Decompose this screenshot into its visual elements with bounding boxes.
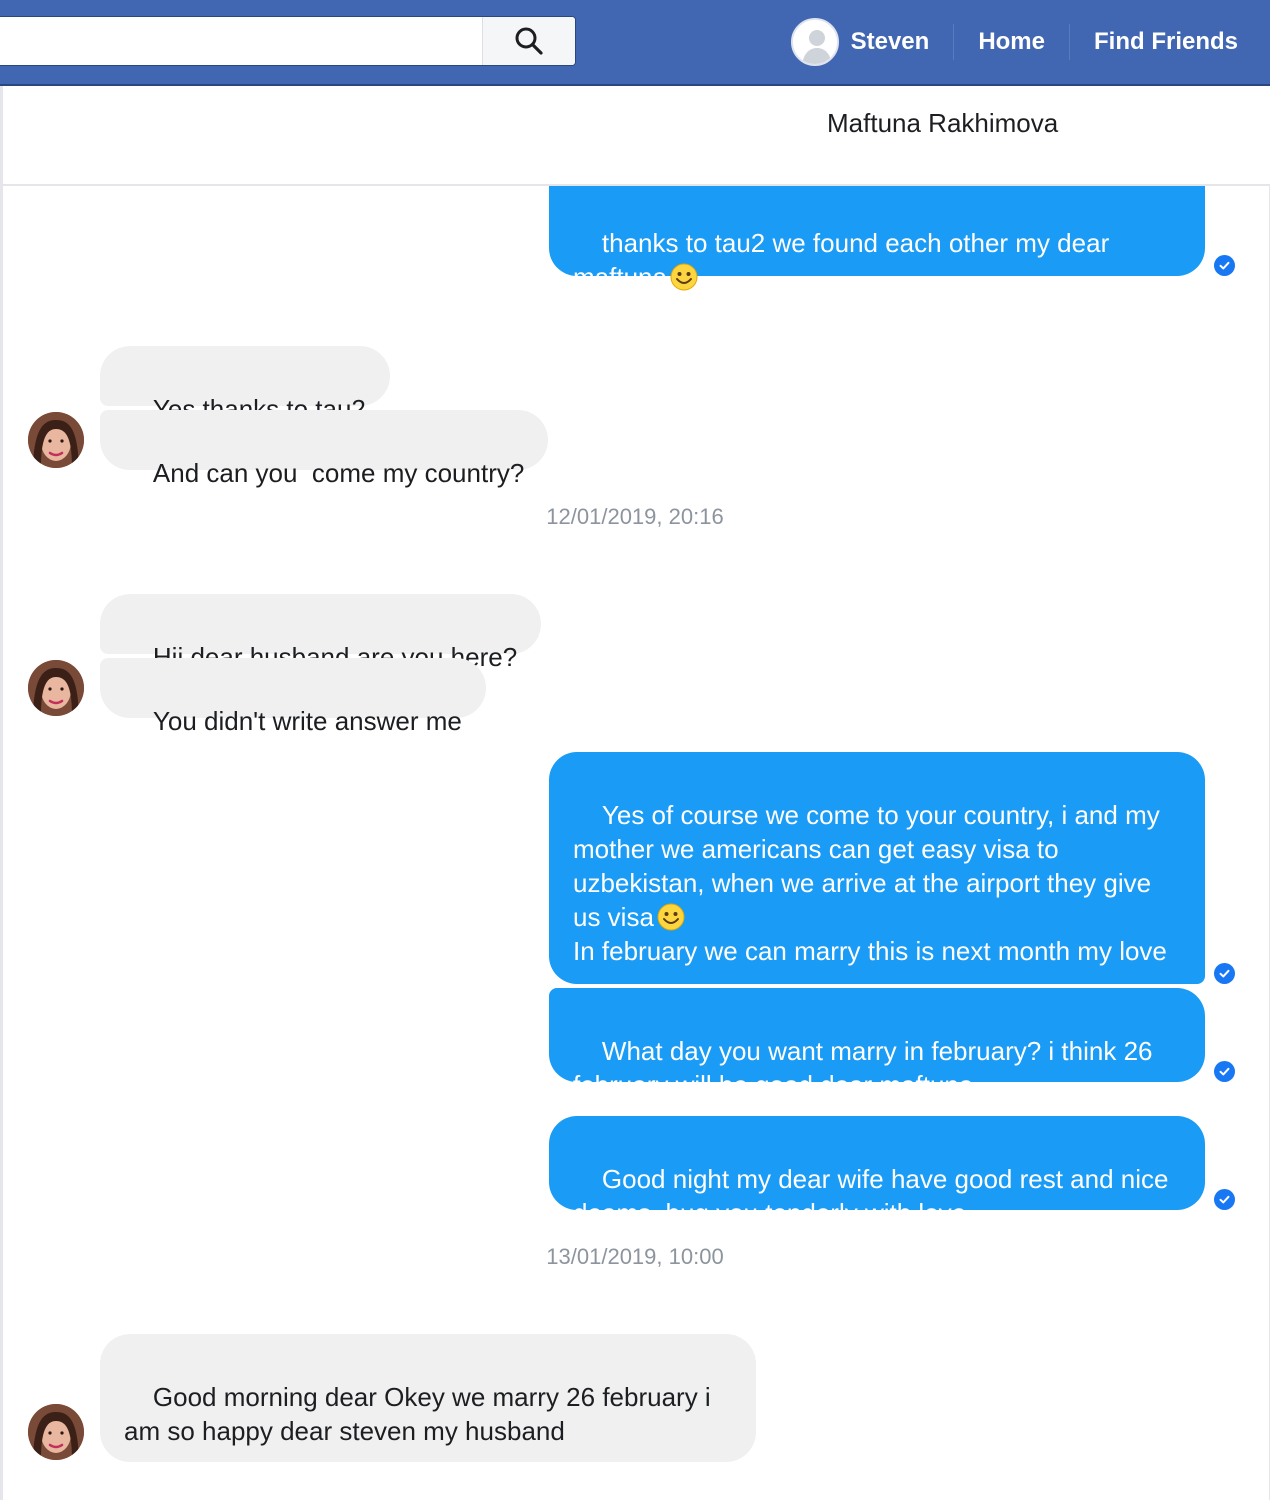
message-incoming[interactable]: Good morning dear Okey we marry 26 febru… (100, 1334, 756, 1462)
conversation-title[interactable]: Maftuna Rakhimova (827, 108, 1058, 139)
timestamp-divider: 13/01/2019, 10:00 (546, 1244, 724, 1269)
message-text: And can you come my country? (152, 458, 525, 488)
contact-avatar[interactable] (28, 1404, 84, 1460)
smiley-emoji-icon (670, 263, 698, 291)
message-incoming[interactable]: And can you come my country? (100, 410, 549, 488)
timestamp-divider: 12/01/2019, 20:16 (546, 504, 724, 529)
message-outgoing[interactable]: Good night my dear wife have good rest a… (549, 1116, 1205, 1228)
read-check-icon (1214, 963, 1235, 984)
message-incoming[interactable]: You didn't write answer me (100, 658, 486, 736)
read-check-icon (1214, 255, 1235, 276)
message-incoming[interactable]: Yes thanks to tau2 (100, 346, 390, 424)
read-check-icon (1214, 1061, 1235, 1082)
message-text: Good morning dear Okey we marry 26 febru… (124, 1382, 718, 1446)
message-list: thanks to tau2 we found each other my de… (0, 0, 1270, 1500)
message-text: What day you want marry in february? i t… (573, 1036, 1160, 1100)
contact-avatar[interactable] (28, 412, 84, 468)
message-text: In february we can marry this is next mo… (573, 936, 1167, 966)
message-incoming[interactable]: Hii dear husband are you here? (100, 594, 542, 672)
read-check-icon (1214, 1189, 1235, 1210)
smiley-emoji-icon (657, 903, 685, 931)
message-text: thanks to tau2 we found each other my de… (601, 228, 1110, 258)
message-text: You didn't write answer me (152, 706, 462, 736)
message-outgoing[interactable]: Yes of course we come to your country, i… (549, 752, 1205, 984)
message-text: maftuna (573, 262, 667, 292)
message-text: Good night my dear wife have good rest a… (573, 1164, 1176, 1228)
conversation-header: Maftuna Rakhimova (3, 86, 1270, 186)
message-outgoing[interactable]: What day you want marry in february? i t… (549, 988, 1205, 1100)
contact-avatar[interactable] (28, 660, 84, 716)
